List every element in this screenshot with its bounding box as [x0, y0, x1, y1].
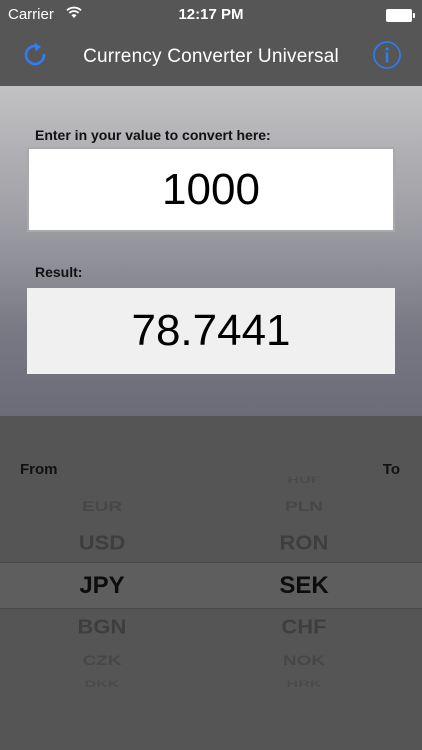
from-option-selected[interactable]: JPY: [42, 572, 162, 600]
refresh-icon[interactable]: [20, 40, 50, 70]
converter-panel: Enter in your value to convert here: 100…: [0, 86, 422, 416]
to-option[interactable]: CHF: [244, 615, 364, 639]
status-bar: Carrier 12:17 PM: [0, 0, 422, 30]
navigation-bar: Currency Converter Universal: [0, 30, 422, 86]
result-value: 78.7441: [27, 288, 395, 374]
clock: 12:17 PM: [178, 6, 244, 23]
app-screen: Carrier 12:17 PM Currency Converter Univ…: [0, 0, 422, 750]
to-option[interactable]: HUF: [244, 476, 364, 486]
from-option[interactable]: BGN: [42, 615, 162, 639]
from-option[interactable]: USD: [42, 531, 162, 555]
to-option-selected[interactable]: SEK: [244, 572, 364, 600]
from-option[interactable]: CZK: [42, 653, 162, 670]
from-label: From: [20, 461, 58, 478]
result-label: Result:: [35, 264, 83, 280]
app-title: Currency Converter Universal: [83, 46, 339, 67]
from-option[interactable]: EUR: [42, 499, 162, 516]
to-option[interactable]: NOK: [244, 653, 364, 670]
amount-input[interactable]: 1000: [27, 147, 395, 232]
battery-icon: [386, 9, 415, 22]
input-label: Enter in your value to convert here:: [35, 127, 271, 143]
info-icon[interactable]: [372, 40, 402, 70]
currency-picker[interactable]: From To EUR USD JPY BGN CZK DKK HUF PLN …: [0, 416, 422, 750]
to-option[interactable]: RON: [244, 531, 364, 555]
from-option[interactable]: DKK: [42, 680, 162, 690]
to-label: To: [382, 461, 400, 478]
to-option[interactable]: PLN: [244, 499, 364, 516]
top-bar: Carrier 12:17 PM Currency Converter Univ…: [0, 0, 422, 86]
to-option[interactable]: HRK: [244, 680, 364, 690]
